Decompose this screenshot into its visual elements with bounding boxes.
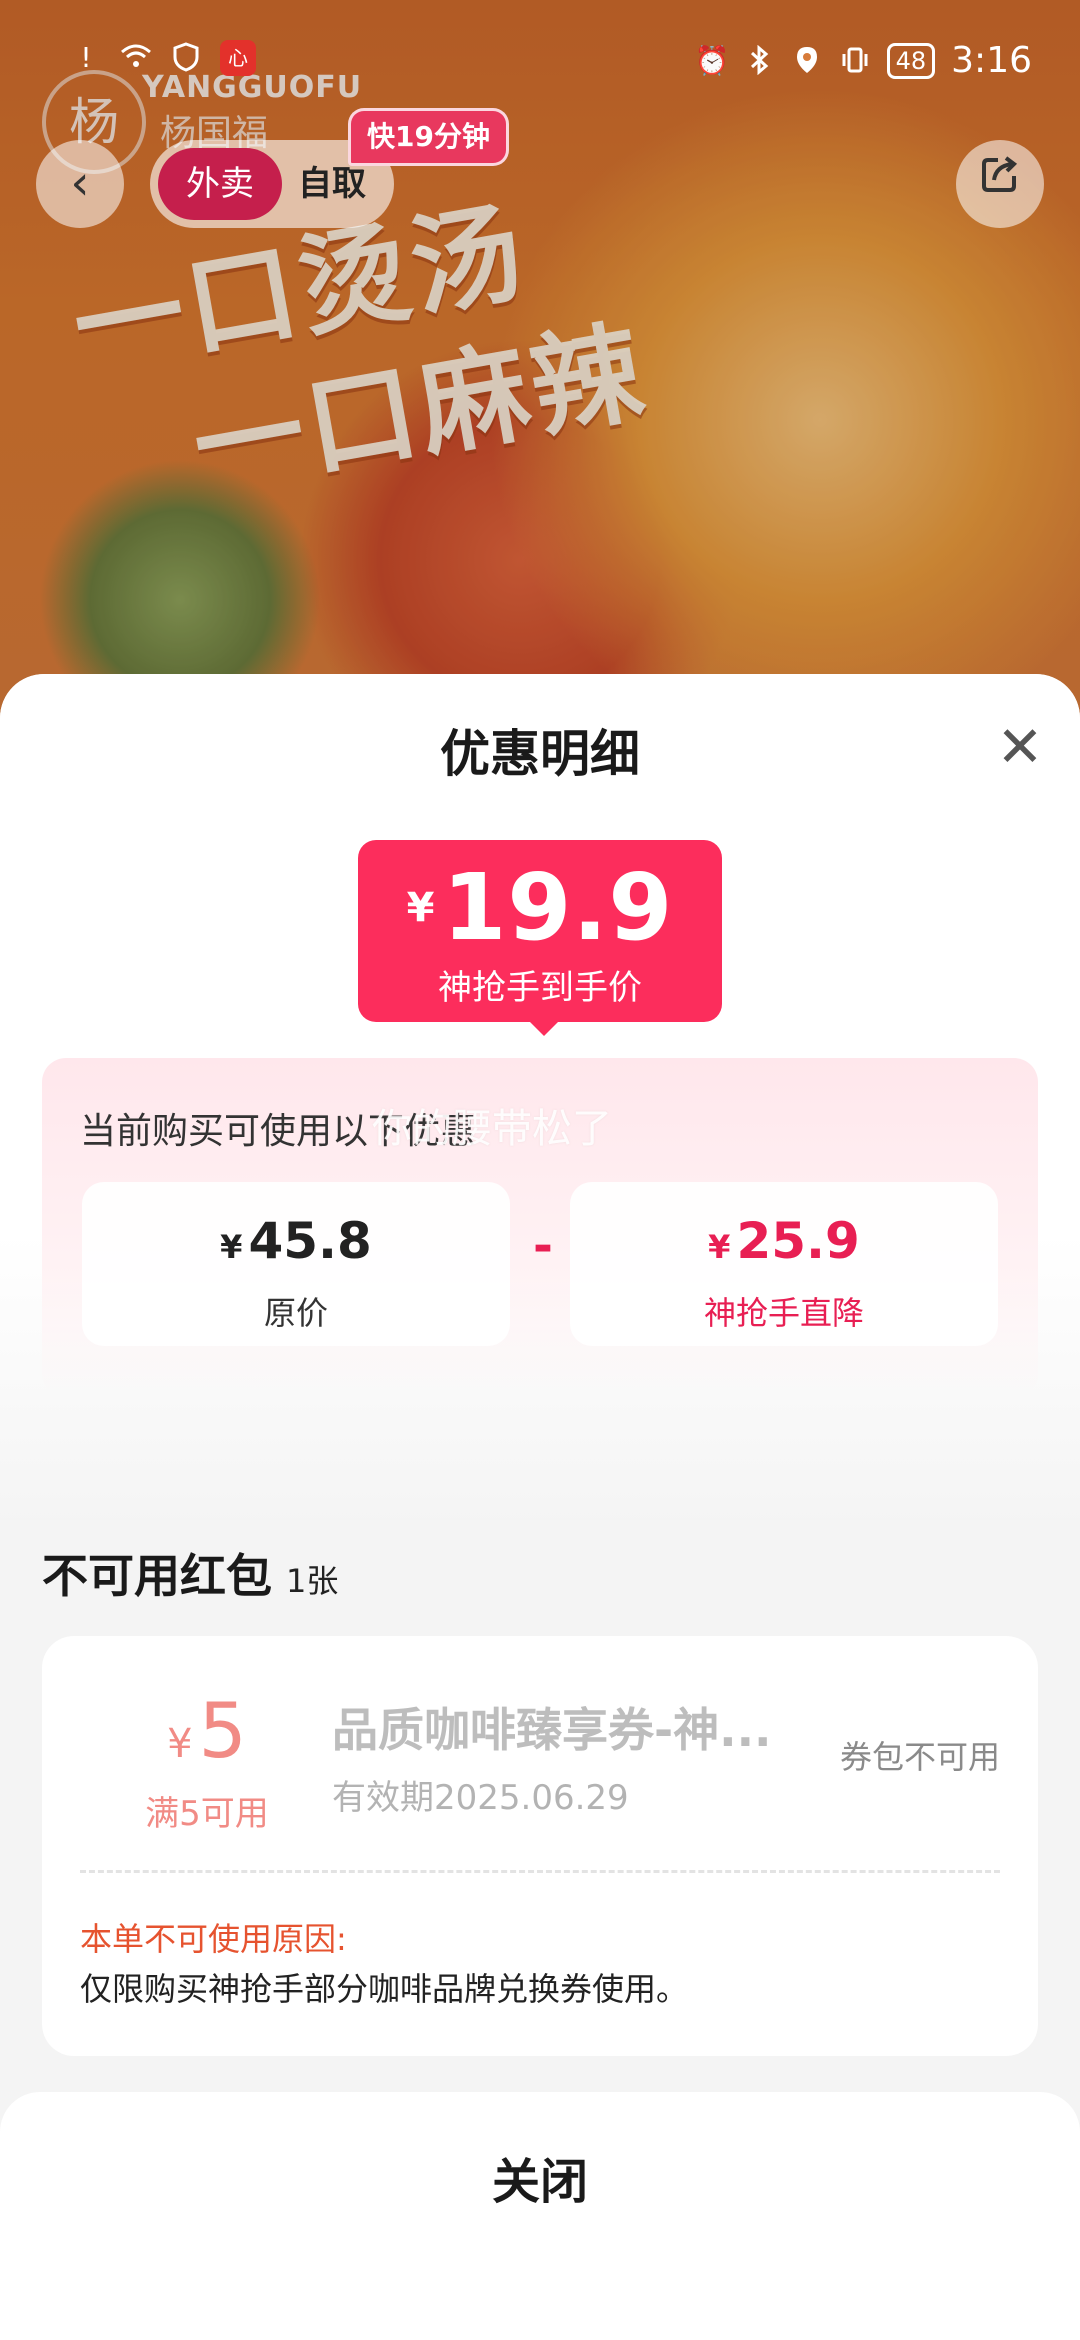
location-icon	[791, 45, 823, 77]
original-price-currency: ¥	[220, 1228, 243, 1266]
back-button[interactable]: ‹	[36, 140, 124, 228]
watermark-text: 你的腰带松了	[372, 1106, 612, 1152]
coupon-card[interactable]: ¥5 满5可用 品质咖啡臻享券-神... 有效期2025.06.29 券包不可用…	[42, 1636, 1038, 2056]
coupon-currency: ¥	[167, 1721, 193, 1767]
banner-slogan-line2: 一口麻辣	[184, 307, 656, 513]
status-bar: ! 心 ⏰ 48 3:16	[0, 0, 1080, 120]
coupon-name: 品质咖啡臻享券-神...	[332, 1703, 772, 1757]
final-price-label: 神抢手到手价	[438, 968, 642, 1008]
minus-operator: -	[533, 1218, 553, 1274]
final-price-currency: ¥	[406, 884, 435, 931]
eta-badge: 快19分钟	[348, 108, 509, 166]
bluetooth-icon	[743, 44, 775, 77]
coupon-divider	[80, 1870, 1000, 1873]
chevron-left-icon: ‹	[70, 155, 90, 211]
final-price-card: ¥19.9 神抢手到手价	[358, 840, 722, 1036]
shield-icon	[170, 42, 202, 74]
coupon-reason-text: 仅限购买神抢手部分咖啡品牌兑换券使用。	[80, 1970, 689, 2008]
coupon-status: 券包不可用	[839, 1738, 1000, 1776]
status-time: 3:16	[951, 40, 1032, 81]
coupon-condition: 满5可用	[145, 1794, 269, 1834]
battery-indicator: 48	[886, 42, 936, 79]
close-button[interactable]: 关闭	[0, 2132, 1080, 2232]
alarm-icon: ⏰	[694, 43, 730, 77]
sheet-title: 优惠明细	[440, 725, 640, 783]
coupon-validity: 有效期2025.06.29	[332, 1778, 629, 1818]
unusable-coupons-count: 1张	[286, 1562, 339, 1600]
original-price-value: 45.8	[248, 1212, 372, 1270]
final-price-value: 19.9	[442, 854, 674, 961]
discount-drop-label: 神抢手直降	[703, 1294, 864, 1332]
wifi-icon	[120, 42, 152, 74]
discount-drop-currency: ¥	[708, 1228, 731, 1266]
close-icon[interactable]: ✕	[990, 718, 1050, 778]
unusable-coupons-title: 不可用红包	[42, 1549, 272, 1603]
discount-drop-value: 25.9	[736, 1212, 860, 1270]
coupon-reason-label: 本单不可使用原因:	[80, 1920, 347, 1958]
original-price-label: 原价	[263, 1294, 328, 1332]
discount-detail-sheet: 优惠明细 ✕ ¥19.9 神抢手到手价 当前购买可使用以下优惠 你的腰带松了 ¥…	[0, 674, 1080, 2340]
discount-breakdown: 当前购买可使用以下优惠 你的腰带松了 ¥45.8 原价 - ¥25.9 神抢手直…	[42, 1058, 1038, 1398]
vibrate-icon	[839, 45, 871, 77]
app-notification-icon: 心	[220, 40, 256, 76]
tab-delivery[interactable]: 外卖	[158, 148, 282, 220]
coupon-amount: ¥5	[122, 1686, 292, 1775]
sheet-footer: 关闭	[0, 2092, 1080, 2340]
share-icon	[978, 156, 1022, 206]
unusable-coupons-heading: 不可用红包 1张	[42, 1540, 338, 1606]
coupon-value: 5	[198, 1686, 247, 1775]
share-button[interactable]	[956, 140, 1044, 228]
discount-drop-box: ¥25.9 神抢手直降	[570, 1182, 998, 1346]
original-price-box: ¥45.8 原价	[82, 1182, 510, 1346]
alert-icon: !	[80, 41, 92, 74]
